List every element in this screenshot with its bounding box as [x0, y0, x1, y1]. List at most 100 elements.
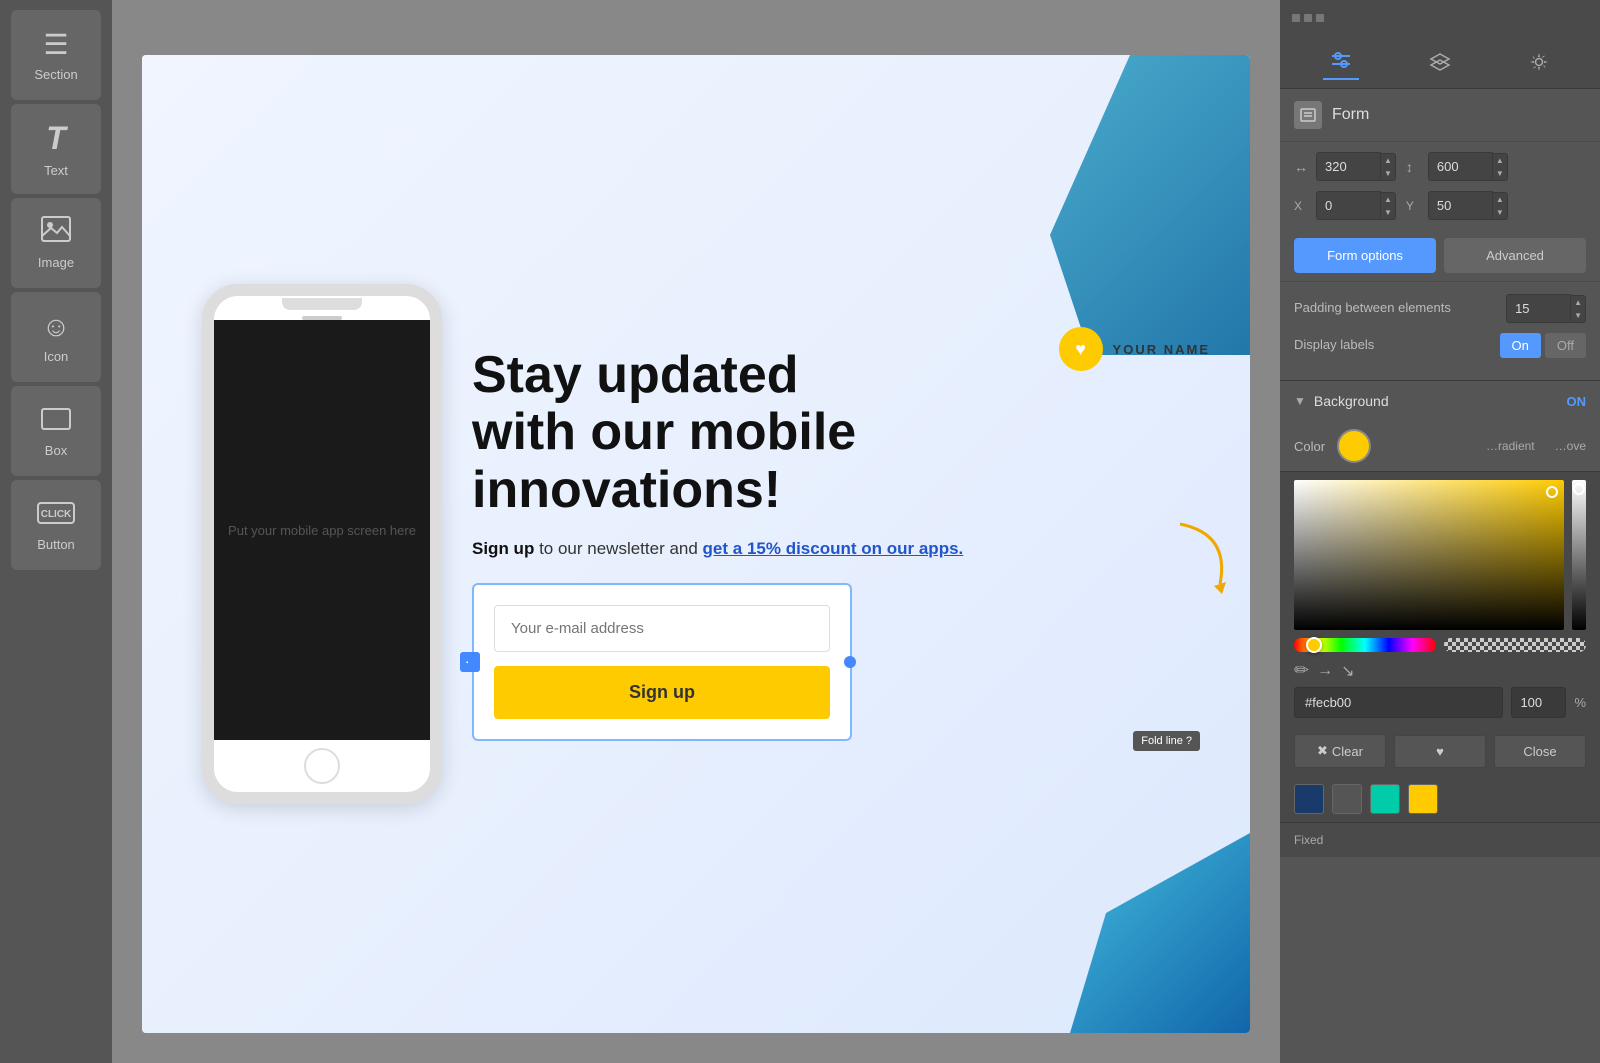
diagonal-icon[interactable]: ↘: [1341, 661, 1354, 681]
color-gradient-box[interactable]: [1294, 480, 1564, 630]
right-panel: Form ↔ 320 ▲ ▼ ↕ 600 ▲ ▼: [1280, 0, 1600, 1063]
toggle-on-button[interactable]: On: [1500, 333, 1541, 358]
y-down-arrow[interactable]: ▼: [1493, 206, 1507, 219]
clear-icon: ✖: [1317, 743, 1328, 759]
x-input-wrapper: 0 ▲ ▼: [1316, 191, 1396, 220]
email-form: Sign up: [472, 583, 852, 741]
sidebar-item-section[interactable]: ☰ Section: [11, 10, 101, 100]
sidebar-item-image[interactable]: Image: [11, 198, 101, 288]
hex-input[interactable]: [1294, 687, 1503, 718]
y-arrows: ▲ ▼: [1493, 192, 1508, 220]
preset-color-2[interactable]: [1332, 784, 1362, 814]
preset-color-4[interactable]: [1408, 784, 1438, 814]
color-label: Color: [1294, 439, 1325, 454]
padding-up-arrow[interactable]: ▲: [1571, 296, 1585, 309]
brand-header: ♥ YOUR NAME: [1059, 327, 1210, 371]
x-group: X 0 ▲ ▼: [1294, 191, 1396, 220]
subtext-prefix: Sign up: [472, 539, 534, 558]
width-down-arrow[interactable]: ▼: [1381, 167, 1395, 180]
height-down-arrow[interactable]: ▼: [1493, 167, 1507, 180]
x-down-arrow[interactable]: ▼: [1381, 206, 1395, 219]
tab-buttons-row: Form options Advanced: [1280, 230, 1600, 281]
padding-input[interactable]: 15: [1506, 294, 1571, 323]
close-button[interactable]: Close: [1494, 735, 1586, 768]
dimensions-row: ↔ 320 ▲ ▼ ↕ 600 ▲ ▼: [1280, 142, 1600, 191]
sidebar-item-section-label: Section: [34, 67, 77, 82]
background-section-header[interactable]: ▼ Background ON: [1280, 380, 1600, 421]
padding-down-arrow[interactable]: ▼: [1571, 309, 1585, 322]
email-input[interactable]: [494, 605, 830, 652]
preset-color-1[interactable]: [1294, 784, 1324, 814]
height-up-arrow[interactable]: ▲: [1493, 154, 1507, 167]
signup-button[interactable]: Sign up: [494, 666, 830, 719]
anchor-dot-right: [844, 656, 856, 668]
width-group: ↔ 320 ▲ ▼: [1294, 152, 1396, 181]
padding-row: Padding between elements 15 ▲ ▼: [1294, 294, 1586, 323]
brand-heart-icon: ♥: [1075, 339, 1086, 360]
phone-placeholder-text: Put your mobile app screen here: [228, 523, 416, 538]
hex-row: %: [1280, 687, 1600, 726]
subtext: Sign up to our newsletter and get a 15% …: [472, 539, 1220, 559]
opacity-input[interactable]: [1511, 687, 1566, 718]
anchor-dot-left: [468, 656, 480, 668]
top-bar-dots: [1292, 14, 1324, 22]
brand-circle: ♥: [1059, 327, 1103, 371]
phone-home-button: [304, 748, 340, 784]
sidebar-item-text[interactable]: T Text: [11, 104, 101, 194]
preset-colors-row: [1280, 776, 1600, 822]
y-up-arrow[interactable]: ▲: [1493, 193, 1507, 206]
action-buttons-row: ✖ Clear ♥ Close: [1280, 726, 1600, 776]
top-dot-1: [1292, 14, 1300, 22]
text-icon: T: [46, 120, 66, 157]
clear-label: Clear: [1332, 744, 1363, 759]
display-labels-label: Display labels: [1294, 337, 1374, 354]
sidebar-item-box[interactable]: Box: [11, 386, 101, 476]
left-sidebar: ☰ Section T Text Image ☺ Icon Box: [0, 0, 112, 1063]
width-arrows: ▲ ▼: [1381, 153, 1396, 181]
advanced-button[interactable]: Advanced: [1444, 238, 1586, 273]
panel-top-bar: [1280, 0, 1600, 36]
color-circle[interactable]: [1337, 429, 1371, 463]
percent-sign: %: [1574, 695, 1586, 710]
y-input[interactable]: 50: [1428, 191, 1493, 220]
button-icon: CLICK: [37, 499, 75, 531]
hue-slider[interactable]: [1294, 638, 1436, 652]
x-input[interactable]: 0: [1316, 191, 1381, 220]
sidebar-item-button[interactable]: CLICK Button: [11, 480, 101, 570]
content-area: ♥ YOUR NAME Stay updated with our mobile…: [442, 307, 1250, 781]
color-picker-cursor: [1546, 486, 1558, 498]
x-up-arrow[interactable]: ▲: [1381, 193, 1395, 206]
bg-chevron-icon: ▼: [1294, 394, 1306, 408]
preset-color-3[interactable]: [1370, 784, 1400, 814]
sidebar-item-icon-label: Icon: [44, 349, 69, 364]
gradient-label: …radient: [1486, 439, 1535, 453]
tab-sliders[interactable]: [1323, 44, 1359, 80]
tab-settings[interactable]: [1521, 44, 1557, 80]
height-input[interactable]: 600: [1428, 152, 1493, 181]
brightness-thumb: [1573, 483, 1585, 495]
brightness-bar[interactable]: [1572, 480, 1586, 630]
sidebar-item-icon[interactable]: ☺ Icon: [11, 292, 101, 382]
form-options-button[interactable]: Form options: [1294, 238, 1436, 273]
opacity-slider[interactable]: [1444, 638, 1586, 652]
background-title: Background: [1314, 393, 1567, 409]
background-on-badge: ON: [1567, 394, 1587, 409]
width-input[interactable]: 320: [1316, 152, 1381, 181]
sliders-row: [1280, 638, 1600, 660]
width-up-arrow[interactable]: ▲: [1381, 154, 1395, 167]
tab-layers[interactable]: [1422, 44, 1458, 80]
favorite-button[interactable]: ♥: [1394, 735, 1486, 768]
clear-button[interactable]: ✖ Clear: [1294, 734, 1386, 768]
toggle-off-button[interactable]: Off: [1545, 333, 1586, 358]
favorite-icon: ♥: [1436, 744, 1444, 759]
width-input-wrapper: 320 ▲ ▼: [1316, 152, 1396, 181]
close-label: Close: [1523, 744, 1556, 759]
form-title-row: Form: [1280, 89, 1600, 142]
pencil-icon[interactable]: ✏: [1294, 660, 1309, 681]
arrow-right-icon[interactable]: →: [1317, 662, 1333, 680]
padding-section: Padding between elements 15 ▲ ▼ Display …: [1280, 281, 1600, 380]
arrow-decoration: [1170, 514, 1240, 599]
width-icon: ↔: [1294, 159, 1310, 175]
sidebar-item-image-label: Image: [38, 255, 74, 270]
bottom-label: Fixed: [1280, 822, 1600, 857]
